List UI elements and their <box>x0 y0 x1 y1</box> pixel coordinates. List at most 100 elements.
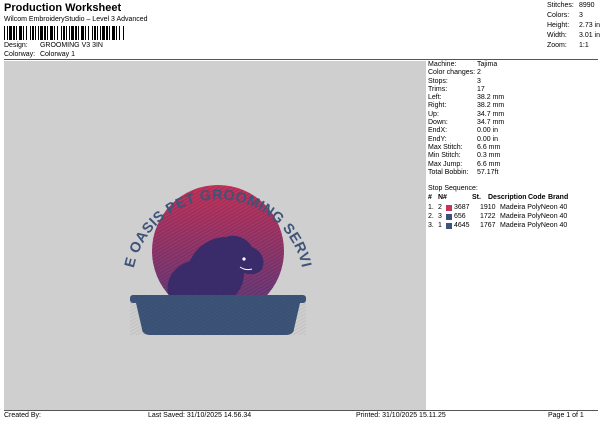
machine-info-row: Stops: 3 <box>428 78 598 86</box>
design-label: Design: <box>4 42 28 49</box>
stat-value: 3 <box>579 12 583 19</box>
stop-sequence-header: # N# St. Description Code Brand <box>428 194 598 203</box>
machine-info-row: Right: 38.2 mm <box>428 102 598 110</box>
machine-info-row: Total Bobbin: 57.17ft <box>428 169 598 177</box>
machine-info-value: 17 <box>477 85 485 93</box>
row-needle: 1 <box>438 222 442 229</box>
machine-info-row: EndX: 0.00 in <box>428 127 598 135</box>
machine-info-row: Max Jump: 6.6 mm <box>428 161 598 169</box>
stat-value: 1:1 <box>579 42 589 49</box>
stat-row: Stitches: 8990 <box>547 2 600 12</box>
barcode <box>4 26 124 40</box>
machine-info-value: 0.00 in <box>477 135 499 143</box>
machine-info-row: Up: 34.7 mm <box>428 111 598 119</box>
colorway-label: Colorway: <box>4 51 36 58</box>
stop-sequence-rows: 1. 2 3687 1910 Madeira PolyNeon 40 2. 3 656 1722… <box>428 203 598 230</box>
machine-info-label: EndY: <box>428 135 447 143</box>
machine-info-row: Min Stitch: 0.3 mm <box>428 152 598 160</box>
row-stitches: 1910 <box>480 204 496 211</box>
page-number: Page 1 of 1 <box>548 412 584 419</box>
stat-value: 8990 <box>579 2 595 9</box>
machine-info-row: Max Stitch: 6.6 mm <box>428 144 598 152</box>
printed-date: Printed: 31/10/2025 15.11.25 <box>356 412 446 419</box>
stop-sequence-row: 3. 1 4645 1767 Madeira PolyNeon 40 <box>428 221 598 230</box>
machine-info-value: 34.7 mm <box>477 119 505 127</box>
stat-value: 3.01 in <box>578 32 600 39</box>
thread-swatch <box>446 213 452 220</box>
machine-info-label: Stops: <box>428 77 448 85</box>
row-needle: 2 <box>438 204 442 211</box>
col-header: Description <box>488 194 527 201</box>
stat-row: Width: 3.01 in <box>547 32 600 42</box>
machine-info-value: 6.6 mm <box>477 143 501 151</box>
machine-info-label: Machine: <box>428 61 457 68</box>
machine-info-label: Min Stitch: <box>428 152 461 160</box>
machine-info-label: Max Stitch: <box>428 143 463 151</box>
machine-info-value: 2 <box>477 69 481 77</box>
machine-info-value: 3 <box>477 77 481 85</box>
design-preview[interactable]: BLUE OASIS PET GROOMING SERVICES <box>0 49 426 410</box>
machine-info-row: Down: 34.7 mm <box>428 119 598 127</box>
row-color-code: 656 <box>454 213 466 220</box>
machine-info-value: 6.6 mm <box>477 160 501 168</box>
stat-label: Colors: <box>547 12 570 19</box>
thread-swatch <box>446 204 452 211</box>
thread-swatch <box>446 222 452 229</box>
row-color-code: 3687 <box>454 204 470 211</box>
machine-info-label: Down: <box>428 119 448 127</box>
machine-info-row: Color changes: 2 <box>428 69 598 77</box>
machine-info-value: 57.17ft <box>477 168 499 176</box>
row-index: 1. <box>428 204 434 211</box>
machine-info-label: Total Bobbin: <box>428 168 469 176</box>
machine-info-row: EndY: 0.00 in <box>428 136 598 144</box>
row-color-code: 4645 <box>454 222 470 229</box>
machine-info-value: 38.2 mm <box>477 94 505 102</box>
row-needle: 3 <box>438 213 442 220</box>
stat-label: Zoom: <box>547 42 567 49</box>
app-subtitle: Wilcom EmbroideryStudio – Level 3 Advanc… <box>4 16 148 23</box>
stat-row: Height: 2.73 in <box>547 22 600 32</box>
stop-sequence-title: Stop Sequence: <box>428 185 478 192</box>
machine-info-label: EndX: <box>428 127 448 135</box>
colorway-value: Colorway 1 <box>39 51 75 58</box>
stat-label: Width: <box>547 32 567 39</box>
col-header: Code <box>528 194 546 201</box>
row-index: 3. <box>428 222 434 229</box>
embroidery-logo: BLUE OASIS PET GROOMING SERVICES <box>0 49 314 335</box>
footer-divider <box>4 410 598 411</box>
machine-info-value: 0.3 mm <box>477 152 501 160</box>
row-brand: Madeira PolyNeon 40 <box>500 222 568 229</box>
stop-sequence-row: 1. 2 3687 1910 Madeira PolyNeon 40 <box>428 203 598 212</box>
machine-info-value: 38.2 mm <box>477 102 505 110</box>
tub-stitch-texture <box>130 295 306 335</box>
design-row: Design: GROOMING V3 3IN <box>4 42 103 49</box>
stop-sequence: Stop Sequence: # N# St. Description Code… <box>428 185 598 230</box>
row-brand: Madeira PolyNeon 40 <box>500 213 568 220</box>
colorway-row: Colorway: Colorway 1 <box>4 51 75 58</box>
machine-info-label: Trims: <box>428 85 448 93</box>
stop-sequence-row: 2. 3 656 1722 Madeira PolyNeon 40 <box>428 212 598 221</box>
row-stitches: 1767 <box>480 222 496 229</box>
machine-info-row: Machine: Tajima <box>428 61 598 69</box>
machine-info-row: Trims: 17 <box>428 86 598 94</box>
row-stitches: 1722 <box>480 213 496 220</box>
machine-info-label: Left: <box>428 94 442 102</box>
machine-info-panel: Machine: Tajima Color changes: 2 Stops: 3 Trim… <box>428 61 598 177</box>
stat-label: Height: <box>547 22 570 29</box>
stat-row: Zoom: 1:1 <box>547 42 600 52</box>
machine-info-label: Right: <box>428 102 447 110</box>
stat-value: 2.73 in <box>578 22 600 29</box>
machine-info-value: Tajima <box>477 61 498 68</box>
machine-info-label: Color changes: <box>428 69 476 77</box>
row-index: 2. <box>428 213 434 220</box>
last-saved: Last Saved: 31/10/2025 14.56.34 <box>148 412 252 419</box>
design-value: GROOMING V3 3IN <box>39 42 103 49</box>
col-header: N# <box>438 194 447 201</box>
machine-info-label: Max Jump: <box>428 160 463 168</box>
col-header: # <box>428 194 432 201</box>
col-header: St. <box>472 194 481 201</box>
row-brand: Madeira PolyNeon 40 <box>500 204 568 211</box>
machine-info-value: 0.00 in <box>477 127 499 135</box>
stat-label: Stitches: <box>547 2 574 9</box>
worksheet-title: Production Worksheet <box>4 2 122 14</box>
